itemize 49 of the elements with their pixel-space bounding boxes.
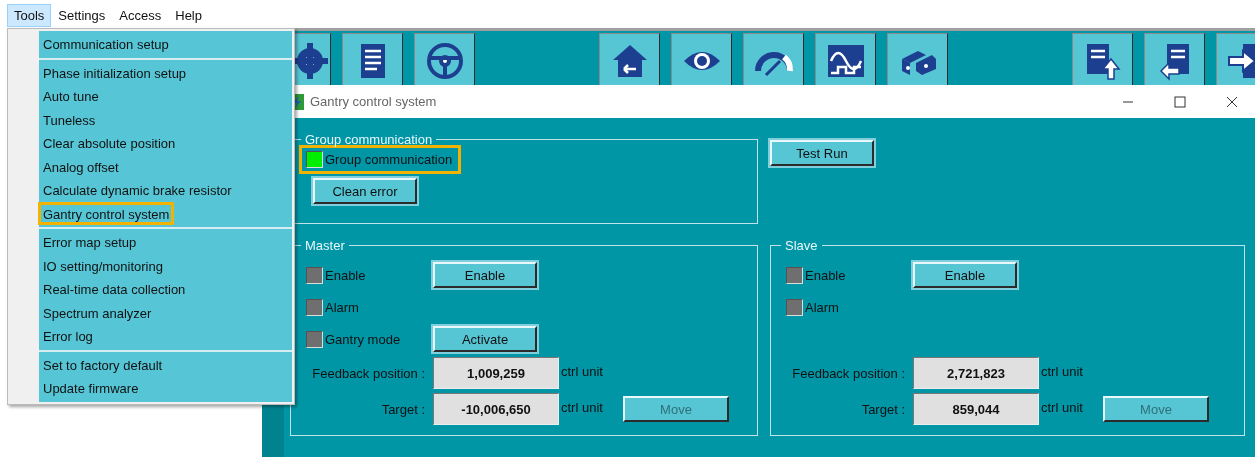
button[interactable]: Enable (913, 262, 1017, 288)
menu-title[interactable]: Tools (7, 4, 52, 27)
menu-item[interactable]: Calculate dynamic brake resistor (38, 178, 237, 202)
arrow-right-icon (1226, 41, 1255, 81)
frame-title: Master (304, 238, 346, 253)
status-label: Enable (325, 267, 366, 283)
menu-item[interactable]: Analog offset (38, 154, 124, 178)
maximize-icon[interactable] (1174, 95, 1186, 108)
status-label: Enable (805, 267, 846, 283)
value-field[interactable]: 1,009,259 (433, 357, 559, 389)
unit-label: ctrl unit (1040, 399, 1084, 415)
status-label: Gantry mode (325, 331, 401, 347)
unit-label: ctrl unit (1040, 363, 1084, 379)
menu-item[interactable]: Error map setup (38, 230, 142, 254)
unit-label: ctrl unit (560, 363, 604, 379)
value-field[interactable]: 2,721,823 (913, 357, 1039, 389)
menu-item[interactable]: Set to factory default (38, 352, 168, 376)
value-field[interactable]: -10,006,650 (433, 393, 559, 425)
menu-title[interactable]: Access (112, 4, 169, 27)
menu-item[interactable]: Update firmware (38, 376, 144, 400)
value-field[interactable]: 859,044 (913, 393, 1039, 425)
menu-title[interactable]: Help (168, 4, 209, 27)
button[interactable]: Clean error (313, 178, 417, 204)
menu-item[interactable]: Error log (38, 324, 98, 348)
button[interactable]: Test Run (770, 140, 874, 166)
status-label: Group communication (325, 152, 453, 167)
field-label: Feedback position : (311, 365, 426, 381)
frame-title: Group communication (304, 132, 434, 147)
unit-label: ctrl unit (560, 399, 604, 415)
menu-item[interactable]: Phase initialization setup (38, 60, 192, 84)
steering-wheel-icon (424, 41, 465, 81)
frame-title: Slave (784, 238, 819, 253)
field-label: Target : (380, 401, 426, 417)
button[interactable]: Activate (433, 326, 537, 352)
menu-item[interactable]: Auto tune (38, 84, 104, 108)
menu-title[interactable]: Settings (51, 4, 113, 27)
menu-item[interactable]: Spectrum analyzer (38, 300, 157, 324)
menu-item[interactable]: Gantry control system (38, 201, 175, 225)
window-title: Gantry control system (310, 94, 438, 109)
field-label: Target : (860, 401, 906, 417)
menu-item[interactable]: Tuneless (38, 107, 101, 131)
status-label: Alarm (805, 299, 839, 315)
menu-item[interactable]: IO setting/monitoring (38, 253, 168, 277)
menu-item[interactable]: Real-time data collection (38, 277, 191, 301)
button[interactable]: Enable (433, 262, 537, 288)
field-label: Feedback position : (791, 365, 906, 381)
close-icon[interactable] (1226, 95, 1238, 108)
status-label: Alarm (325, 299, 359, 315)
menu-item[interactable]: Clear absolute position (38, 131, 181, 155)
